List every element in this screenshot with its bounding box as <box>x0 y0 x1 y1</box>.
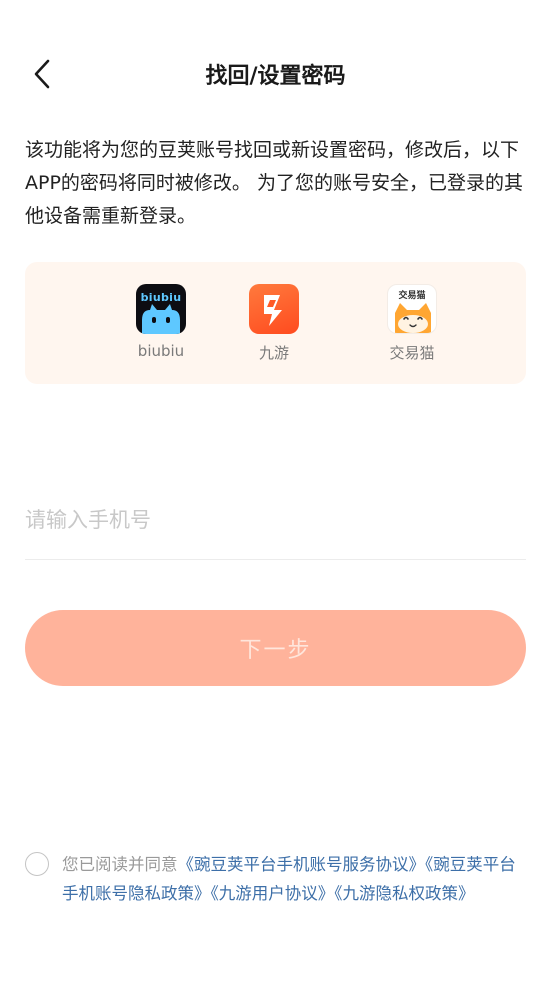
link-jiuyou-privacy-policy[interactable]: 《九游隐私权政策》 <box>334 884 474 903</box>
app-item-jiaoyimao: 交易猫 交易猫 <box>362 284 462 363</box>
agreement-prefix: 您已阅读并同意 <box>62 855 178 874</box>
app-name: 交易猫 <box>389 344 435 362</box>
phone-number-input[interactable] <box>25 490 526 550</box>
page-title: 找回/设置密码 <box>205 64 346 89</box>
agreement-checkbox[interactable] <box>25 852 49 876</box>
linked-apps-card: biubiu biubiu 九游 交易猫 交易猫 <box>25 262 526 384</box>
description-text: 该功能将为您的豆荚账号找回或新设置密码，修改后，以下APP的密码将同时被修改。 … <box>25 139 523 227</box>
cat-face-icon <box>395 303 431 333</box>
biubiu-mascot-icon <box>142 304 180 334</box>
agreement-section: 您已阅读并同意《豌豆荚平台手机账号服务协议》《豌豆荚平台手机账号隐私政策》《九游… <box>25 850 530 908</box>
reset-password-page: 找回/设置密码 该功能将为您的豆荚账号找回或新设置密码，修改后，以下APP的密码… <box>0 0 551 981</box>
lightning-nine-icon <box>264 295 282 326</box>
jiuyou-app-icon <box>249 284 299 334</box>
header: 找回/设置密码 <box>0 44 551 104</box>
app-item-biubiu: biubiu biubiu <box>111 284 211 360</box>
agreement-text: 您已阅读并同意《豌豆荚平台手机账号服务协议》《豌豆荚平台手机账号隐私政策》《九游… <box>62 850 530 908</box>
link-wandoujia-service-agreement[interactable]: 《豌豆荚平台手机账号服务协议》 <box>178 855 426 874</box>
app-item-jiuyou: 九游 <box>224 284 324 363</box>
next-step-button[interactable]: 下一步 <box>25 610 526 686</box>
biubiu-app-icon: biubiu <box>136 284 186 334</box>
jiaoyimao-app-icon: 交易猫 <box>387 284 437 334</box>
app-name: 九游 <box>258 344 289 362</box>
link-jiuyou-user-agreement[interactable]: 《九游用户协议》 <box>211 884 335 903</box>
app-name: biubiu <box>137 342 185 360</box>
phone-input-row <box>25 490 526 560</box>
